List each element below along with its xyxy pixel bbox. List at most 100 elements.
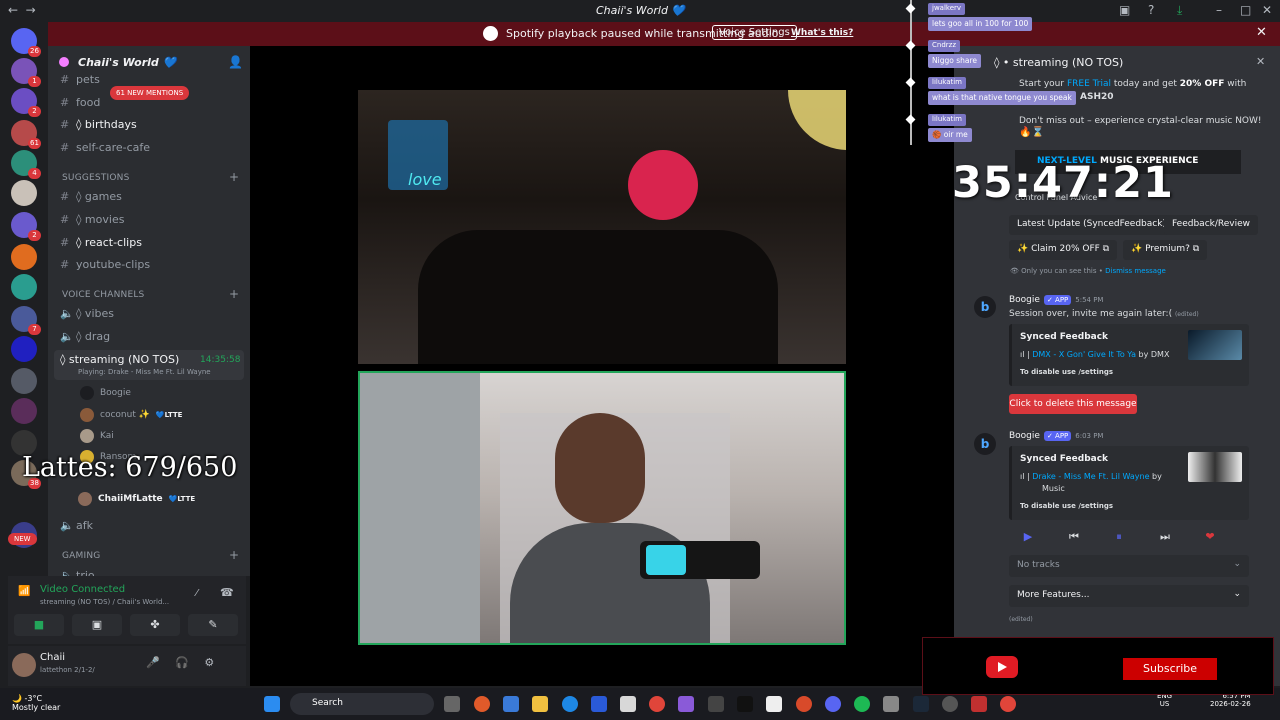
self-voice-user[interactable]: ChaiiMfLatte 💙LTTE [78,492,195,506]
server-icon[interactable]: 2 [11,212,41,241]
file-explorer-icon[interactable] [532,696,548,712]
app-icon[interactable] [591,696,607,712]
more-features-dropdown[interactable]: More Features... ⌄ [1009,585,1249,607]
app-icon[interactable] [708,696,724,712]
latest-update-button[interactable]: Latest Update (SyncedFeedback) [1009,215,1174,235]
new-mentions-badge[interactable]: 61 NEW MENTIONS [110,86,190,100]
spotify-icon[interactable] [854,696,870,712]
message-author[interactable]: Boogie ✓ APP 5:54 PM [1009,295,1103,305]
voice-location[interactable]: streaming (NO TOS) / Chaii's World... [40,598,169,606]
weather-widget[interactable]: 🌙 -3°C Mostly clear [12,694,60,712]
next-button[interactable]: ⏭ [1144,527,1186,547]
video-tile-room[interactable]: love [358,90,846,364]
boogie-avatar[interactable]: b [974,433,996,455]
server-icon[interactable]: 7 [11,306,41,335]
taskbar-search[interactable]: Search [290,693,434,715]
tiktok-icon[interactable] [737,696,753,712]
voice-user[interactable]: coconut ✨ 💙LTTE [80,408,182,422]
screen-share-button[interactable]: ▣ [72,614,122,636]
channel-item[interactable]: # pets [60,73,100,86]
channel-afk[interactable]: 🔈 afk [60,519,93,532]
download-icon[interactable]: ⤓ [1177,3,1182,18]
server-icon[interactable] [11,274,37,300]
task-view-icon[interactable] [444,696,460,712]
category-gaming[interactable]: GAMING [62,551,100,561]
active-voice-channel[interactable]: ◊ streaming (NO TOS) 14:35:58 Playing: D… [54,350,244,380]
server-icon[interactable]: 2 [11,88,41,117]
channel-item[interactable]: # self-care-cafe [60,141,150,154]
channel-item[interactable]: # food [60,96,100,109]
server-icon[interactable]: 4 [11,150,41,179]
app-icon[interactable] [474,696,490,712]
app-icon[interactable] [678,696,694,712]
category-voice-channels[interactable]: VOICE CHANNELS [62,290,144,300]
server-icon[interactable] [11,244,37,270]
pause-button[interactable]: ⏸ [1098,527,1140,547]
close-banner-icon[interactable]: ✕ [1256,25,1267,40]
server-icon[interactable]: 61 [11,120,41,149]
channel-item[interactable]: 🔈 ◊ vibes [60,307,114,320]
back-arrow-icon[interactable]: ← → [8,3,36,17]
voice-settings-button[interactable]: Voice Settings [712,25,797,40]
chrome-icon[interactable] [649,696,665,712]
camera-button[interactable]: ■ [14,614,64,636]
track-thumbnail[interactable] [1188,452,1242,482]
video-tile-streamer[interactable] [358,371,846,645]
chrome-icon[interactable] [1000,696,1016,712]
channel-item[interactable]: # ◊ movies [60,213,124,226]
channel-item[interactable]: # youtube-clips [60,258,150,271]
tracks-dropdown[interactable]: No tracks ⌄ [1009,555,1249,577]
feedback-review-button[interactable]: Feedback/Review [1164,215,1259,235]
previous-button[interactable]: ⏮ [1053,527,1095,547]
server-icon[interactable] [11,398,37,424]
edge-icon[interactable] [562,696,578,712]
server-icon[interactable]: 1 [11,58,41,87]
like-button[interactable]: ❤ [1189,527,1231,547]
invite-icon[interactable]: 👤 [228,55,243,69]
disconnect-icon[interactable]: ☎ [220,586,234,599]
server-icon[interactable] [11,336,37,362]
subscribe-button[interactable]: Subscribe [1123,658,1217,680]
close-chat-icon[interactable]: ✕ [1256,55,1265,68]
channel-item[interactable]: # ◊ games [60,190,122,203]
channel-item[interactable]: 🔈 ◊ drag [60,330,110,343]
app-icon[interactable] [766,696,782,712]
add-voice-channel-icon[interactable]: + [229,287,239,301]
minimize-icon[interactable]: – [1216,3,1222,17]
app-icon[interactable] [796,696,812,712]
voice-user[interactable]: Kai [80,429,114,443]
voice-user[interactable]: Boogie [80,386,131,400]
steam-icon[interactable] [913,696,929,712]
claim-discount-button[interactable]: ✨ Claim 20% OFF ⧉ [1009,240,1118,260]
soundboard-button[interactable]: ✎ [188,614,238,636]
boogie-avatar[interactable]: b [974,296,996,318]
inbox-icon[interactable]: ▣ [1119,3,1130,17]
store-icon[interactable] [620,696,636,712]
server-icon[interactable] [11,180,37,206]
calculator-icon[interactable] [883,696,899,712]
track-thumbnail[interactable] [1188,330,1242,360]
whats-this-link[interactable]: What's this? [791,28,853,38]
user-controls[interactable]: 🎤 🎧 ⚙ [146,656,220,669]
message-author[interactable]: Boogie ✓ APP 6:03 PM [1009,431,1103,441]
close-window-icon[interactable]: ✕ [1262,3,1272,17]
activities-button[interactable]: ✤ [130,614,180,636]
channel-item[interactable]: # ◊ birthdays [60,118,137,131]
avatar[interactable] [12,653,36,677]
add-channel-icon[interactable]: + [229,170,239,184]
category-suggestions[interactable]: SUGGESTIONS [62,173,130,183]
dismiss-message-link[interactable]: Dismiss message [1105,267,1166,275]
help-icon[interactable]: ? [1148,3,1154,17]
app-icon[interactable] [971,696,987,712]
premium-button[interactable]: ✨ Premium? ⧉ [1123,240,1208,260]
play-button[interactable]: ▶ [1007,527,1049,547]
obs-icon[interactable] [942,696,958,712]
maximize-icon[interactable]: □ [1240,3,1251,17]
noise-suppression-icon[interactable]: ⁄ [196,588,198,599]
discord-icon[interactable] [825,696,841,712]
app-icon[interactable] [503,696,519,712]
server-icon[interactable] [11,368,37,394]
start-icon[interactable] [264,696,280,712]
discord-home-icon[interactable]: 26 [11,28,41,57]
delete-message-button[interactable]: Click to delete this message [1009,394,1137,414]
